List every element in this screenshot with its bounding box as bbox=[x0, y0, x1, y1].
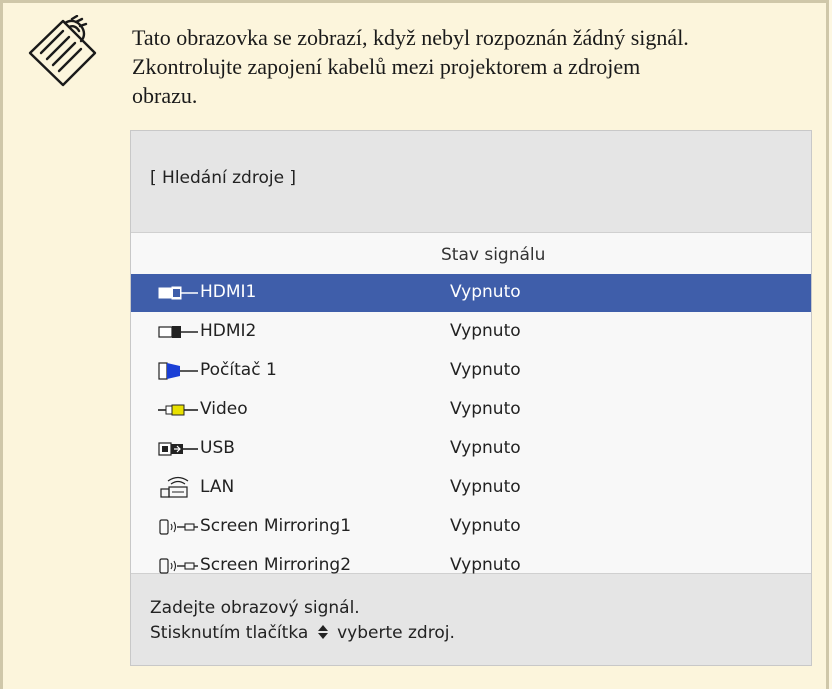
source-row-computer1[interactable]: Počítač 1 Vypnuto bbox=[131, 352, 811, 390]
vga-computer-icon bbox=[158, 362, 198, 380]
note-box: Tato obrazovka se zobrazí, když nebyl ro… bbox=[0, 0, 829, 689]
source-name: HDMI1 bbox=[200, 282, 257, 302]
note-text: Tato obrazovka se zobrazí, když nebyl ro… bbox=[132, 23, 812, 110]
source-name: USB bbox=[200, 438, 235, 458]
source-search-panel: [ Hledání zdroje ] Stav signálu HDMI1 Vy… bbox=[130, 130, 812, 666]
hdmi-icon bbox=[158, 326, 198, 338]
source-status: Vypnuto bbox=[450, 360, 521, 380]
source-name: Video bbox=[200, 399, 248, 419]
source-row-lan[interactable]: LAN Vypnuto bbox=[131, 469, 811, 507]
source-row-usb[interactable]: USB Vypnuto bbox=[131, 430, 811, 468]
signal-status-header: Stav signálu bbox=[441, 245, 546, 265]
source-name: HDMI2 bbox=[200, 321, 257, 341]
source-name: Screen Mirroring2 bbox=[200, 555, 352, 575]
source-table: Stav signálu HDMI1 Vypnuto HDMI2 Vypnuto… bbox=[131, 232, 811, 575]
footer-line-1: Zadejte obrazový signál. bbox=[150, 598, 360, 618]
screen-mirroring-icon bbox=[159, 558, 198, 574]
hdmi-icon bbox=[158, 286, 198, 300]
screen-mirroring-icon bbox=[159, 519, 198, 535]
note-line-3: obrazu. bbox=[132, 83, 198, 108]
rca-video-icon bbox=[158, 404, 198, 416]
footer-line-2-prefix: Stisknutím tlačítka bbox=[150, 623, 309, 643]
footer-line-2-suffix: vyberte zdroj. bbox=[337, 623, 455, 643]
source-row-video[interactable]: Video Vypnuto bbox=[131, 391, 811, 429]
source-row-hdmi1[interactable]: HDMI1 Vypnuto bbox=[131, 274, 811, 312]
note-line-1: Tato obrazovka se zobrazí, když nebyl ro… bbox=[132, 25, 689, 50]
source-status: Vypnuto bbox=[450, 399, 521, 419]
source-status: Vypnuto bbox=[450, 516, 521, 536]
source-status: Vypnuto bbox=[450, 282, 521, 302]
source-name: LAN bbox=[200, 477, 235, 497]
source-status: Vypnuto bbox=[450, 438, 521, 458]
footer-line-2: Stisknutím tlačítka vyberte zdroj. bbox=[150, 621, 455, 646]
note-pencil-icon bbox=[28, 15, 97, 87]
source-name: Počítač 1 bbox=[200, 360, 277, 380]
note-line-2: Zkontrolujte zapojení kabelů mezi projek… bbox=[132, 54, 641, 79]
source-row-screen-mirroring1[interactable]: Screen Mirroring1 Vypnuto bbox=[131, 508, 811, 546]
up-down-arrows-icon bbox=[317, 625, 328, 639]
source-row-hdmi2[interactable]: HDMI2 Vypnuto bbox=[131, 313, 811, 351]
usb-icon bbox=[158, 442, 198, 456]
source-name: Screen Mirroring1 bbox=[200, 516, 352, 536]
source-row-screen-mirroring2[interactable]: Screen Mirroring2 Vypnuto bbox=[131, 547, 811, 585]
source-status: Vypnuto bbox=[450, 321, 521, 341]
source-status: Vypnuto bbox=[450, 555, 521, 575]
source-status: Vypnuto bbox=[450, 477, 521, 497]
panel-title: [ Hledání zdroje ] bbox=[150, 168, 297, 188]
wireless-lan-icon bbox=[160, 476, 189, 498]
panel-footer: Zadejte obrazový signál. Stisknutím tlač… bbox=[150, 596, 455, 646]
